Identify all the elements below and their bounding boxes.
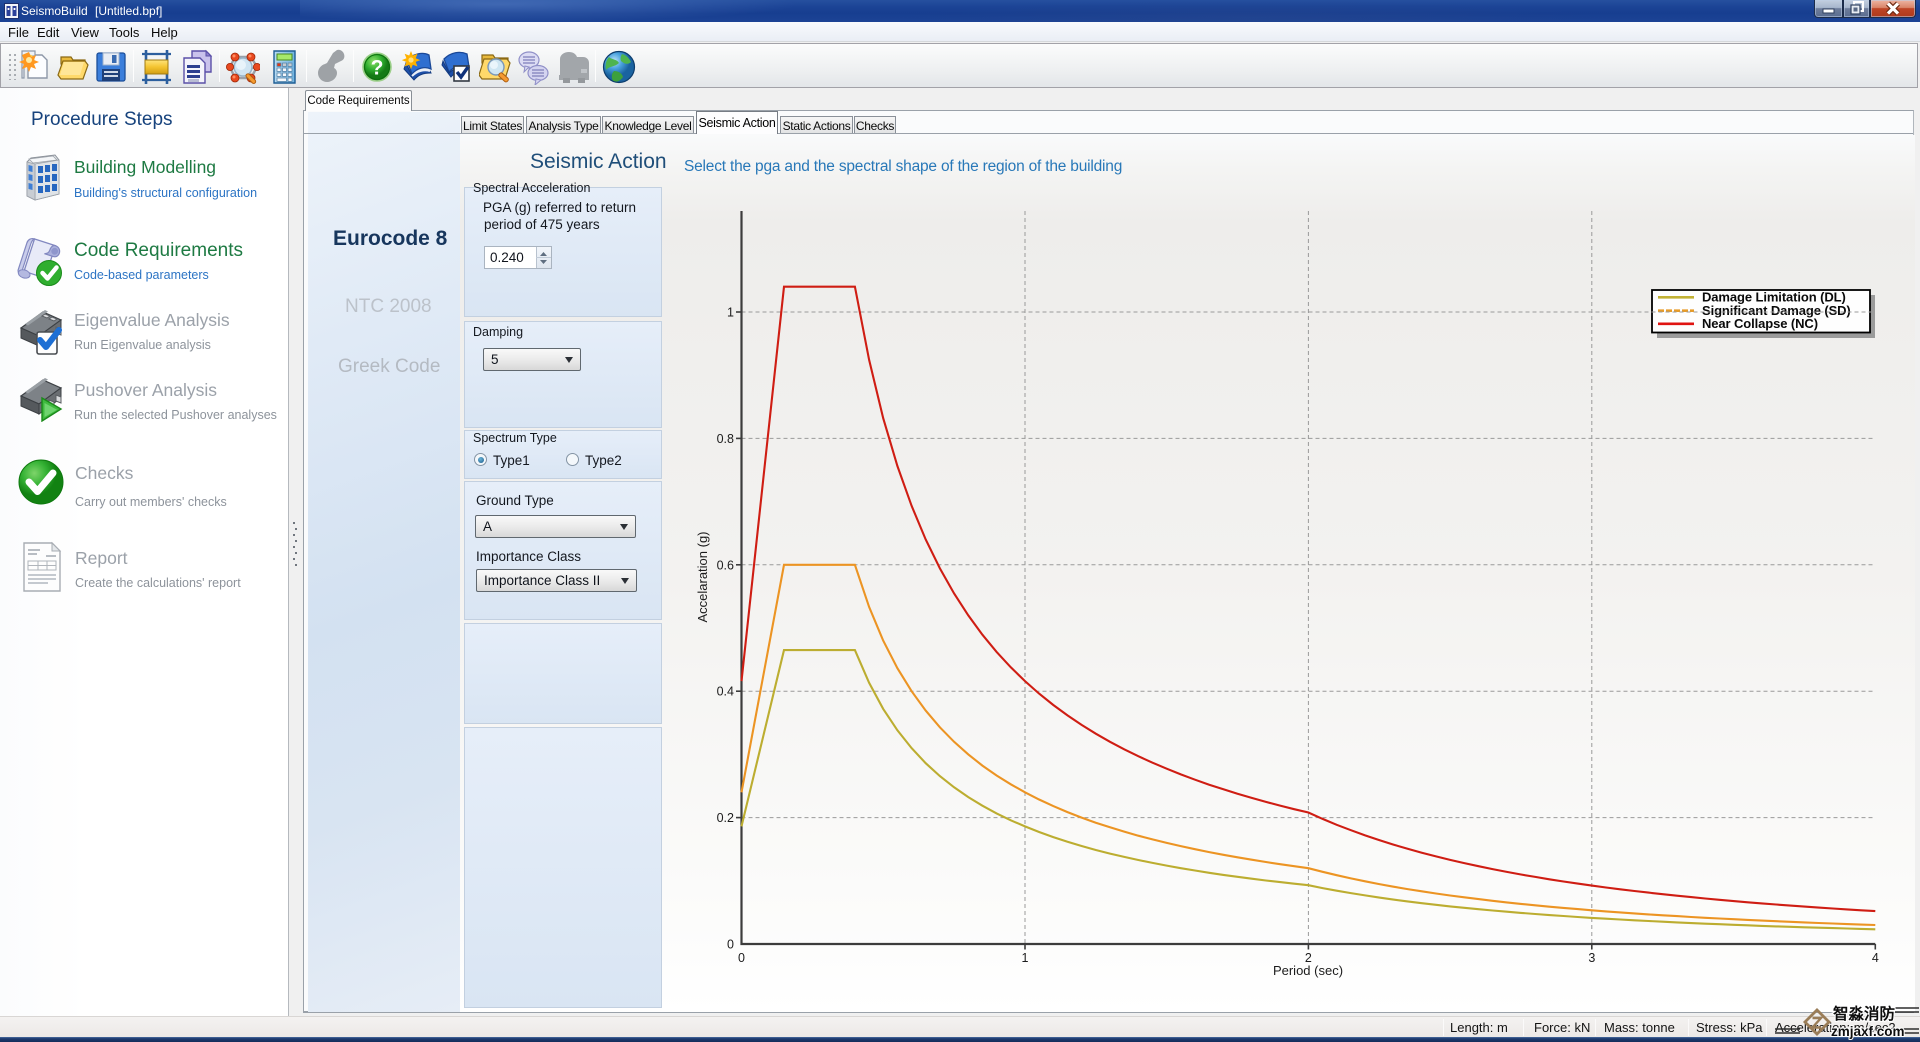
svg-text:3: 3 (1588, 951, 1595, 965)
svg-text:0: 0 (738, 951, 745, 965)
svg-text:0.4: 0.4 (717, 685, 734, 699)
svg-text:0.2: 0.2 (717, 811, 734, 825)
svg-text:0.8: 0.8 (717, 432, 734, 446)
svg-text:Accelaration (g): Accelaration (g) (695, 531, 710, 622)
svg-text:1: 1 (1022, 951, 1029, 965)
svg-text:1: 1 (727, 306, 734, 320)
svg-text:zmjaxf.com: zmjaxf.com (1831, 1024, 1905, 1039)
svg-text:0: 0 (727, 938, 734, 952)
svg-text:0.6: 0.6 (717, 558, 734, 572)
svg-text:4: 4 (1872, 951, 1879, 965)
svg-text:智淼消防: 智淼消防 (1833, 1004, 1896, 1023)
svg-text:Period (sec): Period (sec) (1273, 963, 1343, 978)
svg-text:?: ? (371, 57, 384, 80)
svg-text:Near Collapse (NC): Near Collapse (NC) (1702, 316, 1818, 331)
